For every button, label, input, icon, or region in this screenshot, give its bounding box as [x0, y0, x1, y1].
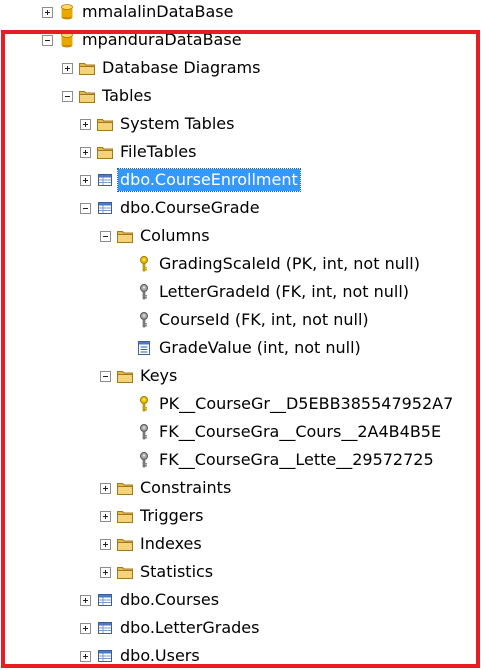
folder-icon — [117, 480, 133, 496]
table-icon — [97, 200, 113, 216]
foreign-key-icon — [136, 424, 152, 440]
column-icon — [136, 340, 152, 356]
tree-node-label[interactable]: mpanduraDataBase — [80, 29, 244, 51]
tree-node-courseid[interactable]: CourseId (FK, int, not null) — [0, 306, 481, 334]
tree-node-label[interactable]: LetterGradeId (FK, int, not null) — [157, 281, 411, 303]
tree-node-label[interactable]: PK__CourseGr__D5EBB385547952A7 — [157, 393, 455, 415]
tree-node-mmalalindatabase[interactable]: mmalalinDataBase — [0, 0, 481, 26]
folder-icon — [79, 60, 95, 76]
tree-node-mpanduradatabase[interactable]: mpanduraDataBase — [0, 26, 481, 54]
tree-node-label[interactable]: Triggers — [138, 505, 206, 527]
collapse-minus-icon[interactable] — [80, 202, 91, 214]
foreign-key-icon — [136, 284, 152, 300]
tree-node-lettergradeid[interactable]: LetterGradeId (FK, int, not null) — [0, 278, 481, 306]
tree-node-label[interactable]: Constraints — [138, 477, 233, 499]
expand-plus-icon[interactable] — [42, 6, 53, 18]
table-icon — [97, 648, 113, 664]
collapse-minus-icon[interactable] — [100, 230, 111, 242]
foreign-key-icon — [136, 452, 152, 468]
expand-plus-icon[interactable] — [62, 62, 73, 74]
primary-key-icon — [136, 396, 152, 412]
tree-node-keys[interactable]: Keys — [0, 362, 481, 390]
tree-node-label[interactable]: FK__CourseGra__Cours__2A4B4B5E — [157, 421, 443, 443]
tree-node-label[interactable]: dbo.LetterGrades — [118, 617, 261, 639]
expand-plus-icon[interactable] — [80, 622, 91, 634]
tree-node-label[interactable]: FK__CourseGra__Lette__29572725 — [157, 449, 436, 471]
tree-node-gradingscaleid[interactable]: GradingScaleId (PK, int, not null) — [0, 250, 481, 278]
tree-node-label[interactable]: dbo.Courses — [118, 589, 221, 611]
tree-node-tables[interactable]: Tables — [0, 82, 481, 110]
tree-node-label[interactable]: FileTables — [118, 141, 198, 163]
table-icon — [97, 172, 113, 188]
expand-plus-icon[interactable] — [80, 146, 91, 158]
tree-node-fk-coursegra-cours[interactable]: FK__CourseGra__Cours__2A4B4B5E — [0, 418, 481, 446]
expand-plus-icon[interactable] — [80, 118, 91, 130]
tree-node-columns[interactable]: Columns — [0, 222, 481, 250]
folder-icon — [79, 88, 95, 104]
folder-icon — [97, 144, 113, 160]
tree-node-fk-coursegra-lette[interactable]: FK__CourseGra__Lette__29572725 — [0, 446, 481, 474]
tree-node-label[interactable]: Database Diagrams — [100, 57, 262, 79]
primary-key-icon — [136, 256, 152, 272]
collapse-minus-icon[interactable] — [42, 34, 53, 46]
tree-node-dbo-courses[interactable]: dbo.Courses — [0, 586, 481, 614]
collapse-minus-icon[interactable] — [62, 90, 73, 102]
tree-node-label[interactable]: Statistics — [138, 561, 215, 583]
tree-node-label[interactable]: dbo.CourseGrade — [118, 197, 262, 219]
expand-plus-icon[interactable] — [80, 650, 91, 662]
database-icon — [59, 32, 75, 48]
tree-node-dbo-lettergrades[interactable]: dbo.LetterGrades — [0, 614, 481, 642]
folder-icon — [117, 368, 133, 384]
foreign-key-icon — [136, 312, 152, 328]
tree-node-indexes[interactable]: Indexes — [0, 530, 481, 558]
folder-icon — [117, 508, 133, 524]
folder-icon — [117, 564, 133, 580]
tree-node-label[interactable]: GradeValue (int, not null) — [157, 337, 363, 359]
tree-node-dbo-coursegrade[interactable]: dbo.CourseGrade — [0, 194, 481, 222]
tree-node-label[interactable]: mmalalinDataBase — [80, 1, 235, 23]
tree-node-label[interactable]: Tables — [100, 85, 154, 107]
tree-node-constraints[interactable]: Constraints — [0, 474, 481, 502]
table-icon — [97, 592, 113, 608]
folder-icon — [117, 228, 133, 244]
tree-node-database-diagrams[interactable]: Database Diagrams — [0, 54, 481, 82]
tree-node-label[interactable]: CourseId (FK, int, not null) — [157, 309, 371, 331]
tree-node-system-tables[interactable]: System Tables — [0, 110, 481, 138]
tree-node-pk-coursegr[interactable]: PK__CourseGr__D5EBB385547952A7 — [0, 390, 481, 418]
table-icon — [97, 620, 113, 636]
tree-node-label[interactable]: Keys — [138, 365, 179, 387]
expand-plus-icon[interactable] — [100, 482, 111, 494]
tree-node-gradevalue[interactable]: GradeValue (int, not null) — [0, 334, 481, 362]
database-icon — [59, 4, 75, 20]
tree-node-filetables[interactable]: FileTables — [0, 138, 481, 166]
tree-node-label[interactable]: Columns — [138, 225, 212, 247]
tree-node-label[interactable]: dbo.Users — [118, 645, 202, 667]
folder-icon — [117, 536, 133, 552]
tree-node-statistics[interactable]: Statistics — [0, 558, 481, 586]
collapse-minus-icon[interactable] — [100, 370, 111, 382]
tree-node-label[interactable]: dbo.CourseEnrollment — [117, 168, 301, 192]
tree-node-dbo-courseenrollment[interactable]: dbo.CourseEnrollment — [0, 166, 481, 194]
expand-plus-icon[interactable] — [100, 510, 111, 522]
tree-node-dbo-users[interactable]: dbo.Users — [0, 642, 481, 670]
tree-node-label[interactable]: Indexes — [138, 533, 204, 555]
tree-node-triggers[interactable]: Triggers — [0, 502, 481, 530]
tree-node-label[interactable]: System Tables — [118, 113, 236, 135]
expand-plus-icon[interactable] — [80, 174, 91, 186]
expand-plus-icon[interactable] — [80, 594, 91, 606]
expand-plus-icon[interactable] — [100, 538, 111, 550]
folder-icon — [97, 116, 113, 132]
expand-plus-icon[interactable] — [100, 566, 111, 578]
tree-node-label[interactable]: GradingScaleId (PK, int, not null) — [157, 253, 422, 275]
